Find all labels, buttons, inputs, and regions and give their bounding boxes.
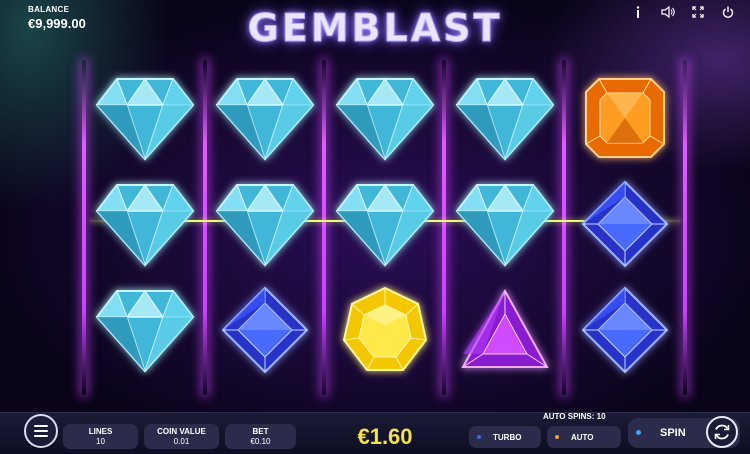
spin-indicator-dot (636, 430, 641, 435)
purple-triangle-gem-symbol (445, 280, 565, 380)
bet-label: BET (252, 427, 269, 436)
orange-square-gem-symbol (565, 68, 685, 168)
lines-value: 10 (96, 437, 105, 446)
refresh-icon (714, 424, 730, 440)
blue-square-gem-symbol (565, 174, 685, 274)
cyan-diamond-symbol (205, 174, 325, 274)
cyan-diamond-symbol (325, 174, 445, 274)
cyan-diamond-symbol (85, 280, 205, 380)
lines-selector[interactable]: LINES 10 (63, 424, 138, 449)
game-logo: GEMBLAST (247, 6, 503, 51)
bet-selector[interactable]: BET €0.10 (225, 424, 296, 449)
game-stage: GEMBLAST BALANCE €9,999.00 LINES 10 COIN… (0, 0, 750, 454)
lines-label: LINES (88, 427, 113, 436)
cyan-diamond-symbol (325, 68, 445, 168)
blue-square-gem-symbol (565, 280, 685, 380)
cyan-diamond-symbol (445, 68, 565, 168)
power-icon[interactable] (720, 4, 736, 20)
blue-square-gem-symbol (205, 280, 325, 380)
sound-icon[interactable] (660, 4, 676, 20)
coin-value-label: COIN VALUE (157, 427, 206, 436)
cyan-diamond-symbol (205, 68, 325, 168)
cyan-diamond-symbol (85, 68, 205, 168)
cyan-diamond-symbol (445, 174, 565, 274)
hamburger-line (34, 435, 48, 437)
auto-spins-count: AUTO SPINS: 10 (543, 412, 606, 421)
turbo-toggle[interactable]: TURBO (469, 426, 541, 448)
coin-value-selector[interactable]: COIN VALUE 0.01 (144, 424, 219, 449)
bet-value: €0.10 (250, 437, 271, 446)
top-toolbar (630, 4, 736, 20)
auto-toggle[interactable]: AUTO (547, 426, 621, 448)
info-icon[interactable] (630, 4, 646, 20)
hamburger-line (34, 425, 48, 427)
balance-label: BALANCE (28, 5, 70, 14)
turbo-indicator-dot (477, 435, 481, 439)
auto-label: AUTO (571, 432, 594, 442)
balance-display: BALANCE €9,999.00 (28, 5, 86, 31)
reel-grid (85, 68, 685, 388)
coin-value: 0.01 (173, 437, 190, 446)
total-bet-display: €1.60 (357, 424, 413, 449)
menu-button[interactable] (24, 414, 58, 448)
hamburger-line (34, 430, 48, 432)
fullscreen-icon[interactable] (690, 4, 706, 20)
spin-label: SPIN (660, 427, 686, 439)
yellow-heptagon-gem-symbol (325, 280, 445, 380)
spin-circle-button[interactable] (706, 416, 738, 448)
balance-value: €9,999.00 (28, 16, 86, 31)
cyan-diamond-symbol (85, 174, 205, 274)
turbo-label: TURBO (493, 432, 522, 442)
auto-indicator-dot (555, 435, 559, 439)
